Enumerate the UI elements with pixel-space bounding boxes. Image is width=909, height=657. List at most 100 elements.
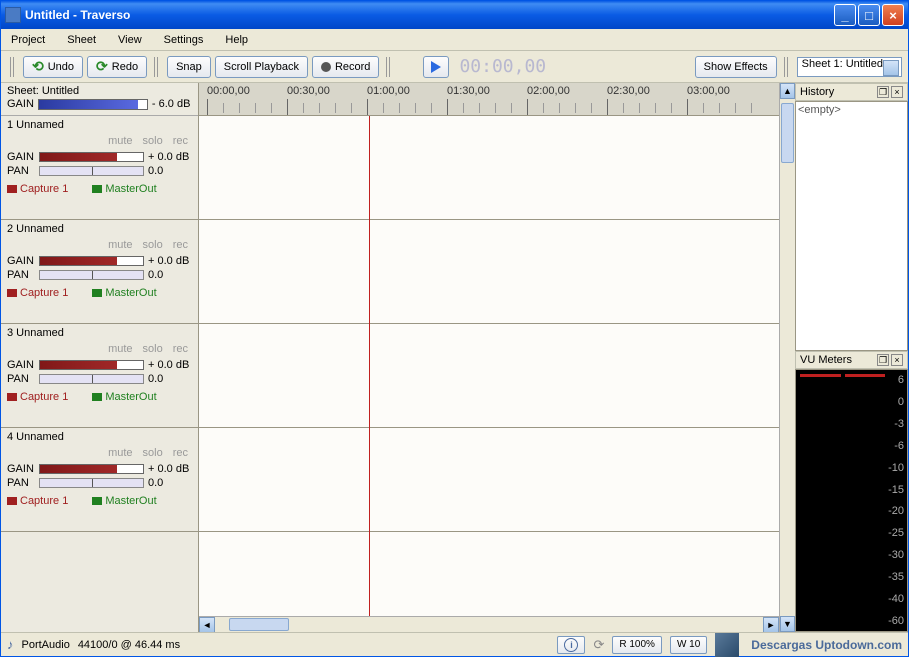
pan-slider[interactable] [39,166,144,176]
track-header[interactable]: 2 UnnamedmutesolorecGAIN+ 0.0 dBPAN0.0Ca… [1,220,198,324]
input-bus[interactable]: Capture 1 [7,391,68,403]
gain-slider[interactable] [39,256,144,266]
scroll-playback-button[interactable]: Scroll Playback [215,56,308,78]
input-bus[interactable]: Capture 1 [7,287,68,299]
undock-icon[interactable]: ❐ [877,86,889,98]
scroll-up-button[interactable]: ▲ [780,83,795,99]
vu-scale-tick: -60 [888,615,904,627]
vertical-scrollbar[interactable]: ▲ ▼ [779,83,795,632]
menu-settings[interactable]: Settings [160,32,208,48]
scroll-thumb[interactable] [781,103,794,163]
menu-project[interactable]: Project [7,32,49,48]
titlebar[interactable]: Untitled - Traverso _ □ × [1,1,908,29]
output-bus[interactable]: MasterOut [92,183,156,195]
gain-slider[interactable] [39,360,144,370]
rec-button[interactable]: rec [173,343,188,355]
track-header[interactable]: 3 UnnamedmutesolorecGAIN+ 0.0 dBPAN0.0Ca… [1,324,198,428]
rec-button[interactable]: rec [173,239,188,251]
history-panel-title[interactable]: History ❐ × [795,83,908,101]
input-bus[interactable]: Capture 1 [7,495,68,507]
menubar: Project Sheet View Settings Help [1,29,908,51]
info-icon: i [564,638,578,652]
gain-slider[interactable] [39,152,144,162]
timecode-display[interactable]: 00:00,00 [459,56,546,77]
solo-button[interactable]: solo [143,135,163,147]
output-bus[interactable]: MasterOut [92,287,156,299]
track-name[interactable]: 2 Unnamed [7,223,192,235]
output-bus[interactable]: MasterOut [92,391,156,403]
snap-button[interactable]: Snap [167,56,211,78]
input-icon [7,289,17,297]
scroll-left-button[interactable]: ◄ [199,617,215,632]
solo-button[interactable]: solo [143,343,163,355]
track-lane[interactable] [199,116,779,220]
zoom-w-button[interactable]: W 10 [670,636,707,654]
play-button[interactable] [423,56,449,78]
track-name[interactable]: 3 Unnamed [7,327,192,339]
solo-button[interactable]: solo [143,447,163,459]
track-lane[interactable] [199,428,779,532]
input-bus[interactable]: Capture 1 [7,183,68,195]
maximize-button[interactable]: □ [858,4,880,26]
history-panel[interactable]: <empty> [795,101,908,351]
track-name[interactable]: 4 Unnamed [7,431,192,443]
scroll-thumb[interactable] [229,618,289,631]
close-panel-icon[interactable]: × [891,354,903,366]
scroll-right-button[interactable]: ► [763,617,779,632]
menu-help[interactable]: Help [221,32,252,48]
toolbar-grip[interactable] [10,57,16,77]
playhead[interactable] [369,116,370,616]
mute-button[interactable]: mute [108,447,132,459]
master-gain-label: GAIN [7,98,34,110]
undock-icon[interactable]: ❐ [877,354,889,366]
pan-slider[interactable] [39,374,144,384]
menu-sheet[interactable]: Sheet [63,32,100,48]
vu-panel-title[interactable]: VU Meters ❐ × [795,351,908,369]
solo-button[interactable]: solo [143,239,163,251]
sheet-header[interactable]: Sheet: Untitled GAIN - 6.0 dB [1,83,198,116]
close-button[interactable]: × [882,4,904,26]
track-lane[interactable] [199,324,779,428]
rec-button[interactable]: rec [173,447,188,459]
toolbar: ⟲Undo ⟳Redo Snap Scroll Playback Record … [1,51,908,83]
output-bus[interactable]: MasterOut [92,495,156,507]
show-effects-button[interactable]: Show Effects [695,56,777,78]
master-gain-slider[interactable] [38,99,148,110]
toolbar-grip[interactable] [154,57,160,77]
undo-icon: ⟲ [32,58,44,75]
undo-button[interactable]: ⟲Undo [23,56,83,78]
track-lane[interactable] [199,532,779,616]
minimize-button[interactable]: _ [834,4,856,26]
track-header[interactable]: 1 UnnamedmutesolorecGAIN+ 0.0 dBPAN0.0Ca… [1,116,198,220]
side-panel: History ❐ × <empty> VU Meters ❐ × 60-3-6… [795,83,908,632]
vu-scale-tick: -15 [888,484,904,496]
toolbar-grip[interactable] [784,57,790,77]
pan-slider[interactable] [39,478,144,488]
mute-button[interactable]: mute [108,239,132,251]
record-button[interactable]: Record [312,56,379,78]
audio-engine-text[interactable]: PortAudio [22,639,70,651]
close-panel-icon[interactable]: × [891,86,903,98]
scroll-down-button[interactable]: ▼ [780,616,795,632]
track-name[interactable]: 1 Unnamed [7,119,192,131]
gain-value: + 0.0 dB [148,151,189,163]
mute-button[interactable]: mute [108,343,132,355]
info-button[interactable]: i [557,636,585,654]
horizontal-scrollbar[interactable]: ◄ ► [199,616,779,632]
rec-button[interactable]: rec [173,135,188,147]
pan-slider[interactable] [39,270,144,280]
toolbar-grip[interactable] [386,57,392,77]
menu-view[interactable]: View [114,32,146,48]
tracks-area[interactable] [199,116,779,616]
record-icon [321,62,331,72]
mute-button[interactable]: mute [108,135,132,147]
window-title: Untitled - Traverso [25,8,832,22]
redo-button[interactable]: ⟳Redo [87,56,147,78]
sheet-selector[interactable]: Sheet 1: Untitled [797,57,902,77]
zoom-r-button[interactable]: R 100% [612,636,662,654]
time-ruler[interactable]: 00:00,0000:30,0001:00,0001:30,0002:00,00… [199,83,779,116]
track-header[interactable]: 4 UnnamedmutesolorecGAIN+ 0.0 dBPAN0.0Ca… [1,428,198,532]
track-lane[interactable] [199,220,779,324]
gain-slider[interactable] [39,464,144,474]
vu-scale-tick: -6 [888,440,904,452]
